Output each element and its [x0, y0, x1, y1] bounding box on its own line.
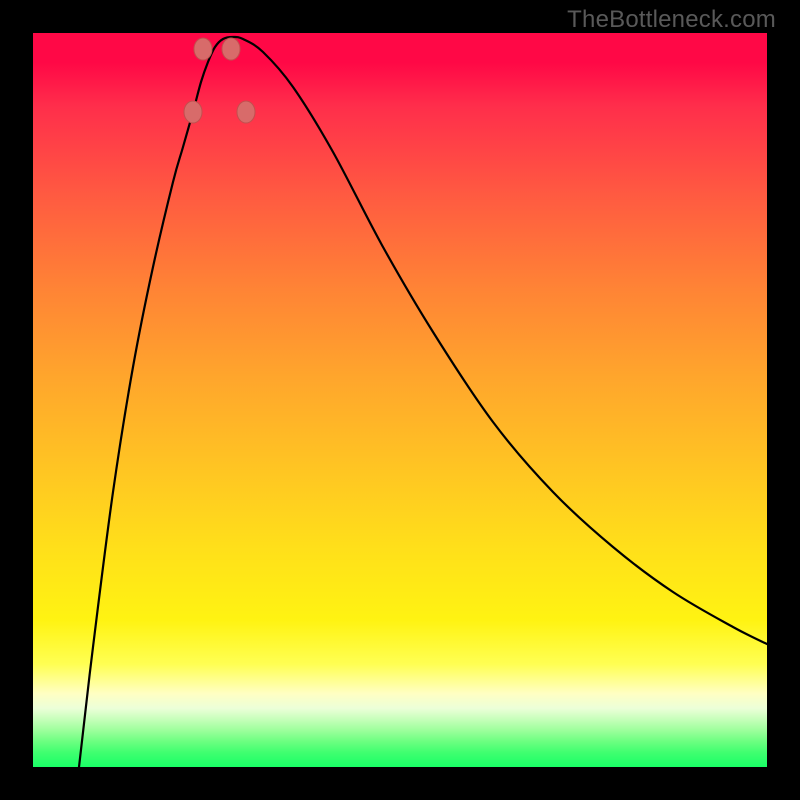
curve-marker-2 — [194, 38, 212, 60]
attribution-text: TheBottleneck.com — [567, 6, 776, 34]
v-curve-plot — [33, 33, 767, 767]
curve-marker-1 — [237, 101, 255, 123]
chart-frame: TheBottleneck.com — [0, 0, 800, 800]
plot-area — [33, 33, 767, 767]
curve-marker-3 — [222, 38, 240, 60]
v-curve-path — [79, 37, 767, 767]
marker-group — [184, 38, 255, 123]
curve-marker-0 — [184, 101, 202, 123]
